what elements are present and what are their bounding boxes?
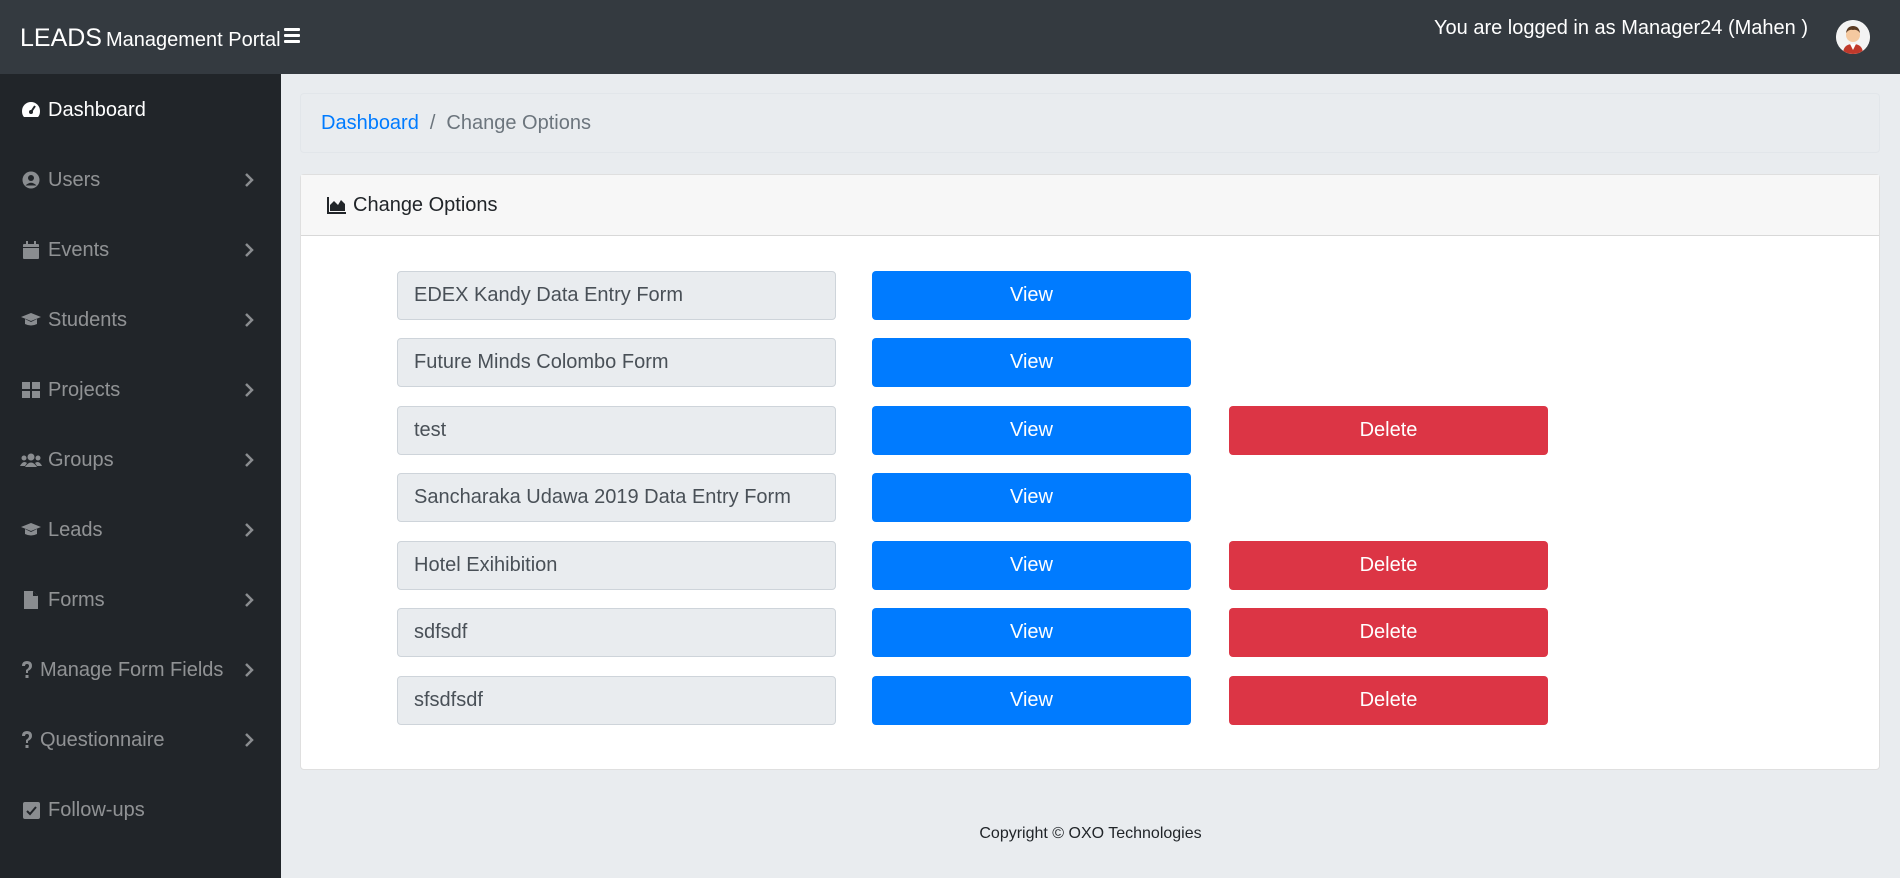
sidebar-item-students[interactable]: Students: [0, 290, 281, 350]
view-button[interactable]: View: [872, 473, 1191, 522]
sidebar-item-leads[interactable]: Leads: [0, 500, 281, 560]
sidebar-item-manage-form-fields[interactable]: Manage Form Fields: [0, 640, 281, 700]
breadcrumb-separator: /: [429, 111, 436, 134]
user-circle-icon: [20, 170, 42, 190]
chevron-right-icon: [245, 593, 254, 607]
sidebar-item-users[interactable]: Users: [0, 150, 281, 210]
sidebar-item-follow-ups[interactable]: Follow-ups: [0, 780, 281, 840]
sidebar-item-questionnaire[interactable]: Questionnaire: [0, 710, 281, 770]
sidebar-item-label: Dashboard: [48, 98, 146, 121]
sidebar-item-groups[interactable]: Groups: [0, 430, 281, 490]
breadcrumb-home-link[interactable]: Dashboard: [321, 112, 419, 135]
view-button[interactable]: View: [872, 406, 1191, 455]
chevron-right-icon: [245, 173, 254, 187]
option-name-field[interactable]: Hotel Exihibition: [397, 541, 836, 590]
sidebar-item-label: Users: [48, 168, 101, 191]
option-name-field[interactable]: Future Minds Colombo Form: [397, 338, 836, 387]
chevron-right-icon: [245, 733, 254, 747]
view-button[interactable]: View: [872, 676, 1191, 725]
top-navbar: LEADS Management Portal You are logged in…: [0, 0, 1900, 74]
option-name-field[interactable]: sdfsdf: [397, 608, 836, 657]
breadcrumb: Dashboard / Change Options: [300, 93, 1880, 153]
sidebar-item-forms[interactable]: Forms: [0, 570, 281, 630]
user-avatar[interactable]: [1836, 20, 1870, 54]
file-icon: [20, 590, 42, 610]
chevron-right-icon: [245, 383, 254, 397]
option-name-field[interactable]: sfsdfsdf: [397, 676, 836, 725]
sidebar-item-label: Manage Form Fields: [40, 658, 224, 681]
chevron-right-icon: [245, 523, 254, 537]
sidebar-item-label: Follow-ups: [48, 798, 145, 821]
sidebar-item-dashboard[interactable]: Dashboard: [0, 80, 281, 140]
view-button[interactable]: View: [872, 541, 1191, 590]
sidebar-item-label: Events: [48, 238, 110, 261]
area-chart-icon: [327, 196, 347, 214]
sidebar-item-label: Forms: [48, 588, 105, 611]
sidebar: Dashboard Users Events Students Projects: [0, 74, 281, 878]
view-button[interactable]: View: [872, 608, 1191, 657]
sidebar-item-label: Leads: [48, 518, 103, 541]
option-name-field[interactable]: test: [397, 406, 836, 455]
delete-button[interactable]: Delete: [1229, 608, 1548, 657]
footer: Copyright © OXO Technologies: [281, 790, 1900, 878]
chevron-right-icon: [245, 663, 254, 677]
brand-subtitle: Management Portal: [105, 29, 281, 51]
question-icon: [20, 660, 34, 680]
logged-in-status: You are logged in as Manager24 (Mahen ): [1434, 17, 1808, 39]
page-title: Change Options: [353, 193, 498, 216]
copyright-text: Copyright © OXO Technologies: [979, 825, 1202, 842]
calendar-icon: [20, 240, 42, 260]
sidebar-item-label: Groups: [48, 448, 114, 471]
question-icon: [20, 730, 34, 750]
delete-button[interactable]: Delete: [1229, 541, 1548, 590]
chevron-right-icon: [245, 313, 254, 327]
sidebar-item-label: Questionnaire: [40, 728, 165, 751]
breadcrumb-current: Change Options: [446, 111, 591, 134]
delete-button[interactable]: Delete: [1229, 676, 1548, 725]
view-button[interactable]: View: [872, 271, 1191, 320]
graduation-cap-icon: [20, 310, 42, 330]
delete-button[interactable]: Delete: [1229, 406, 1548, 455]
view-button[interactable]: View: [872, 338, 1191, 387]
sidebar-item-events[interactable]: Events: [0, 220, 281, 280]
graduation-cap-icon: [20, 520, 42, 540]
sidebar-item-label: Students: [48, 308, 127, 331]
users-icon: [20, 450, 42, 470]
sidebar-item-projects[interactable]: Projects: [0, 360, 281, 420]
check-square-icon: [20, 800, 42, 820]
chevron-right-icon: [245, 243, 254, 257]
chevron-right-icon: [245, 453, 254, 467]
tachometer-icon: [20, 100, 42, 120]
sidebar-item-label: Projects: [48, 378, 121, 401]
card-header: Change Options: [301, 175, 1879, 236]
brand[interactable]: LEADS Management Portal: [20, 24, 281, 53]
option-name-field[interactable]: Sancharaka Udawa 2019 Data Entry Form: [397, 473, 836, 522]
menu-toggle-icon[interactable]: [284, 26, 306, 48]
grid-icon: [20, 380, 42, 400]
option-name-field[interactable]: EDEX Kandy Data Entry Form: [397, 271, 836, 320]
change-options-card: Change Options EDEX Kandy Data Entry For…: [300, 174, 1880, 770]
brand-title: LEADS: [20, 24, 102, 52]
